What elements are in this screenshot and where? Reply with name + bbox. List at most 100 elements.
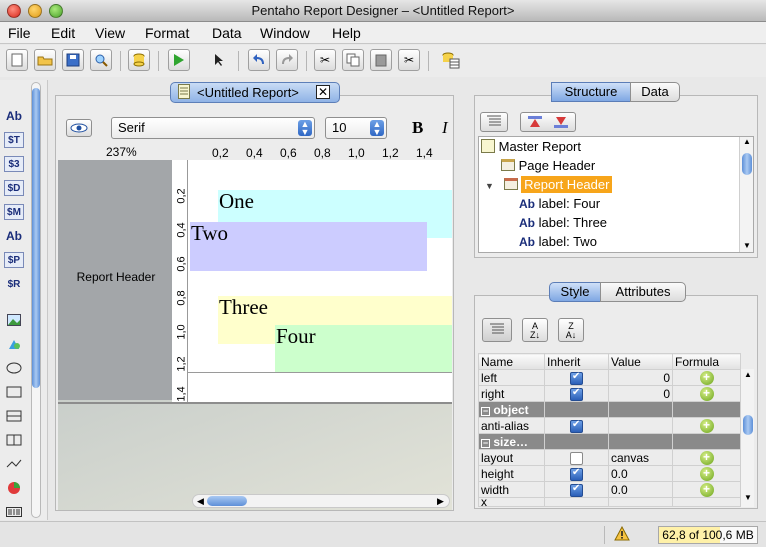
column-header-name[interactable]: Name [478,353,545,370]
font-family-select[interactable]: Serif ▲ ▼ [111,117,315,139]
barcode-tool-icon[interactable] [4,504,24,520]
property-value[interactable]: 0 [608,385,673,402]
tree-item-report-header[interactable]: ▼ Report Header [485,175,613,194]
label-four[interactable]: Four [275,325,452,372]
rectangle-tool-icon[interactable] [4,384,24,400]
zoom-window-button[interactable] [49,4,63,18]
add-formula-icon[interactable]: + [699,419,714,433]
italic-button[interactable]: I [442,118,448,138]
vertical-line-tool-icon[interactable] [4,432,24,448]
preview-search-icon[interactable] [90,49,112,71]
open-icon[interactable] [34,49,56,71]
label-two[interactable]: Two [190,222,427,271]
palette-scroll-thumb[interactable] [32,88,40,388]
group-row-size[interactable]: − size… [478,433,741,450]
move-down-icon[interactable] [553,115,569,132]
property-value[interactable]: canvas [608,449,673,466]
menu-window[interactable]: Window [260,25,310,41]
sort-descending-icon[interactable]: Z A↓ [558,318,584,342]
copy-icon[interactable] [342,49,364,71]
collapse-icon[interactable]: − [481,406,490,416]
property-value[interactable]: 0.0 [608,465,673,482]
date-field-tool-icon[interactable]: $D [4,180,24,196]
column-header-formula[interactable]: Formula [672,353,741,370]
tab-attributes[interactable]: Attributes [600,282,686,302]
run-icon[interactable] [168,49,190,71]
tab-style[interactable]: Style [549,282,601,302]
horizontal-scroll-thumb[interactable] [207,496,247,506]
tree-item-label-three[interactable]: Ab label: Three [519,213,607,232]
add-formula-icon[interactable]: + [699,451,714,465]
paste-icon[interactable] [370,49,392,71]
image-field-tool-icon[interactable] [4,336,24,352]
properties-scroll-thumb[interactable] [743,415,753,435]
font-size-select[interactable]: 10 ▲ ▼ [325,117,387,139]
inherit-checkbox[interactable] [570,483,583,497]
scroll-up-icon[interactable]: ▲ [743,137,751,146]
group-row-object[interactable]: − object [478,401,741,418]
tab-untitled-report[interactable]: <Untitled Report> ✕ [170,82,340,103]
number-field-tool-icon[interactable]: $3 [4,156,24,172]
visibility-toggle-button[interactable] [66,119,92,137]
new-icon[interactable] [6,49,28,71]
save-icon[interactable] [62,49,84,71]
resource-label-tool-icon[interactable]: Ab [4,228,24,244]
column-header-value[interactable]: Value [608,353,673,370]
menu-file[interactable]: File [8,25,31,41]
move-up-icon[interactable] [527,115,543,132]
property-value[interactable] [608,417,673,434]
scroll-down-icon[interactable]: ▼ [743,241,751,250]
cut-icon[interactable]: ✂ [314,49,336,71]
message-field-tool-icon[interactable]: $M [4,204,24,220]
property-value[interactable]: 0.0 [608,481,673,498]
chart-tool-icon[interactable] [4,480,24,496]
add-formula-icon[interactable]: + [699,467,714,481]
close-tab-icon[interactable]: ✕ [316,85,330,99]
resource-field-tool-icon[interactable]: $P [4,252,24,268]
expand-triangle-icon[interactable]: ▼ [485,181,494,191]
properties-scrollbar[interactable]: ▲ ▼ [740,369,754,507]
tree-item-page-header[interactable]: Page Header [501,156,595,175]
ellipse-tool-icon[interactable] [4,360,24,376]
canvas-horizontal-scrollbar[interactable]: ◀ ▶ [192,494,450,508]
warning-icon[interactable] [614,525,630,544]
text-field-tool-icon[interactable]: $T [4,132,24,148]
add-formula-icon[interactable]: + [699,387,714,401]
menu-edit[interactable]: Edit [51,25,75,41]
tab-data[interactable]: Data [630,82,680,102]
add-formula-icon[interactable]: + [699,371,714,385]
scroll-left-icon[interactable]: ◀ [197,496,204,507]
undo-icon[interactable] [248,49,270,71]
sort-ascending-icon[interactable]: A Z↓ [522,318,548,342]
tab-structure[interactable]: Structure [551,82,631,102]
bold-button[interactable]: B [412,118,423,138]
table-row[interactable]: height 0.0 + [478,465,741,482]
tree-scroll-thumb[interactable] [742,153,752,175]
inherit-checkbox[interactable] [570,387,583,401]
image-tool-icon[interactable] [4,312,24,328]
table-row[interactable]: width 0.0 + [478,481,741,498]
report-header-band[interactable]: One Two Three Four [188,160,452,372]
add-formula-icon[interactable]: + [699,483,714,497]
close-window-button[interactable] [7,4,21,18]
property-value[interactable]: 0 [608,369,673,386]
tree-view-button[interactable] [480,112,508,132]
categorized-view-button[interactable] [482,318,512,342]
inherit-checkbox[interactable] [570,451,583,465]
select-arrow-icon[interactable] [208,49,230,71]
tree-item-master-report[interactable]: Master Report [481,137,581,156]
column-header-inherit[interactable]: Inherit [544,353,609,370]
data-source-icon[interactable] [440,49,462,71]
table-row[interactable]: layout canvas + [478,449,741,466]
inherit-checkbox[interactable] [570,467,583,481]
band-label-report-header[interactable]: Report Header [58,270,174,284]
inherit-checkbox[interactable] [570,371,583,385]
table-row[interactable]: anti-alias + [478,417,741,434]
scroll-up-icon[interactable]: ▲ [744,370,752,379]
table-row[interactable]: right 0 + [478,385,741,402]
menu-data[interactable]: Data [212,25,242,41]
label-tool-icon[interactable]: Ab [4,108,24,124]
table-row[interactable]: left 0 + [478,369,741,386]
minimize-window-button[interactable] [28,4,42,18]
horizontal-line-tool-icon[interactable] [4,408,24,424]
